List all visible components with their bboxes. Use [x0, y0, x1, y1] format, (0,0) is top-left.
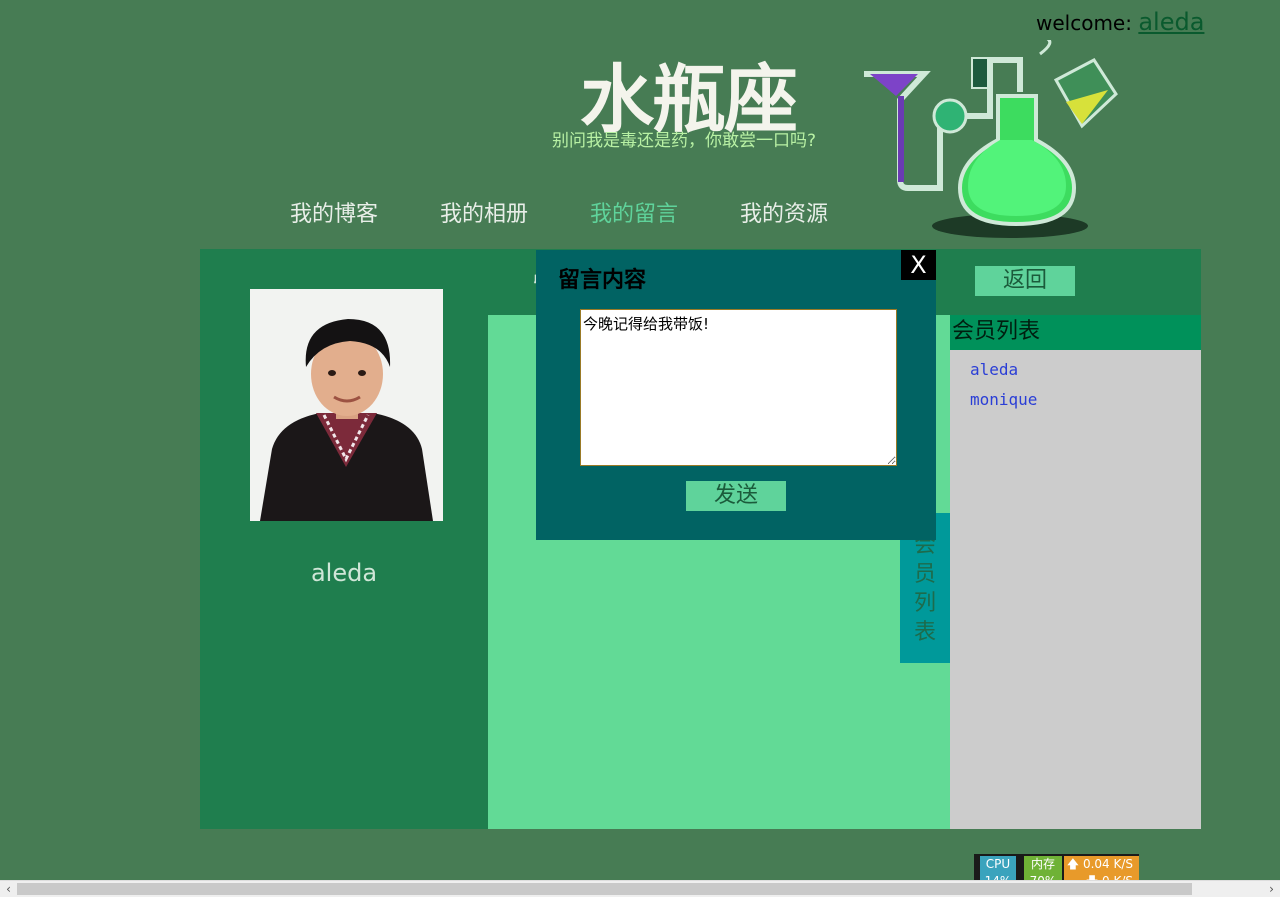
upload-arrow-icon: 🡅	[1066, 857, 1080, 871]
horizontal-scrollbar[interactable]: ‹ ›	[0, 880, 1280, 897]
message-textarea[interactable]: 今晚记得给我带饭!	[580, 309, 897, 466]
back-button[interactable]: 返回	[975, 266, 1075, 296]
member-tab-char: 表	[913, 620, 936, 645]
site-subtitle: 别问我是毒还是药，你敢尝一口吗?	[552, 131, 817, 151]
scroll-right-icon[interactable]: ›	[1263, 881, 1280, 897]
avatar-photo	[250, 289, 443, 521]
welcome-user-link[interactable]: aleda	[1138, 8, 1204, 36]
nav-item-messages[interactable]: 我的留言	[590, 196, 678, 228]
send-button[interactable]: 发送	[686, 481, 786, 511]
avatar	[250, 289, 443, 521]
member-tab-char: 员	[913, 562, 936, 587]
nav-item-album[interactable]: 我的相册	[440, 196, 528, 228]
cpu-label: CPU	[985, 857, 1011, 871]
scrollbar-thumb[interactable]	[17, 883, 1192, 895]
member-link-aleda[interactable]: aleda	[970, 360, 1018, 379]
nav-item-blog[interactable]: 我的博客	[290, 196, 378, 228]
dialog-title: 留言内容	[558, 267, 647, 293]
profile-panel: aleda	[200, 249, 488, 829]
memory-label: 内存	[1030, 857, 1055, 871]
nav-item-resources[interactable]: 我的资源	[740, 196, 828, 228]
member-tab-char: 列	[913, 591, 936, 616]
flask-logo-icon	[864, 40, 1118, 238]
member-link-monique[interactable]: monique	[970, 390, 1037, 409]
welcome-label: welcome:	[1036, 11, 1132, 35]
upload-speed: 0.04 K/S	[1082, 857, 1133, 871]
scroll-left-icon[interactable]: ‹	[0, 881, 17, 897]
close-button[interactable]: X	[901, 250, 936, 280]
member-list-header: 会员列表	[950, 315, 1201, 350]
welcome-text: welcome: aleda	[1036, 8, 1204, 36]
message-dialog: 留言内容 X 今晚记得给我带饭! 发送	[536, 250, 936, 540]
profile-username: aleda	[310, 559, 378, 587]
member-list-panel: 会员列表 aleda monique	[950, 315, 1201, 829]
